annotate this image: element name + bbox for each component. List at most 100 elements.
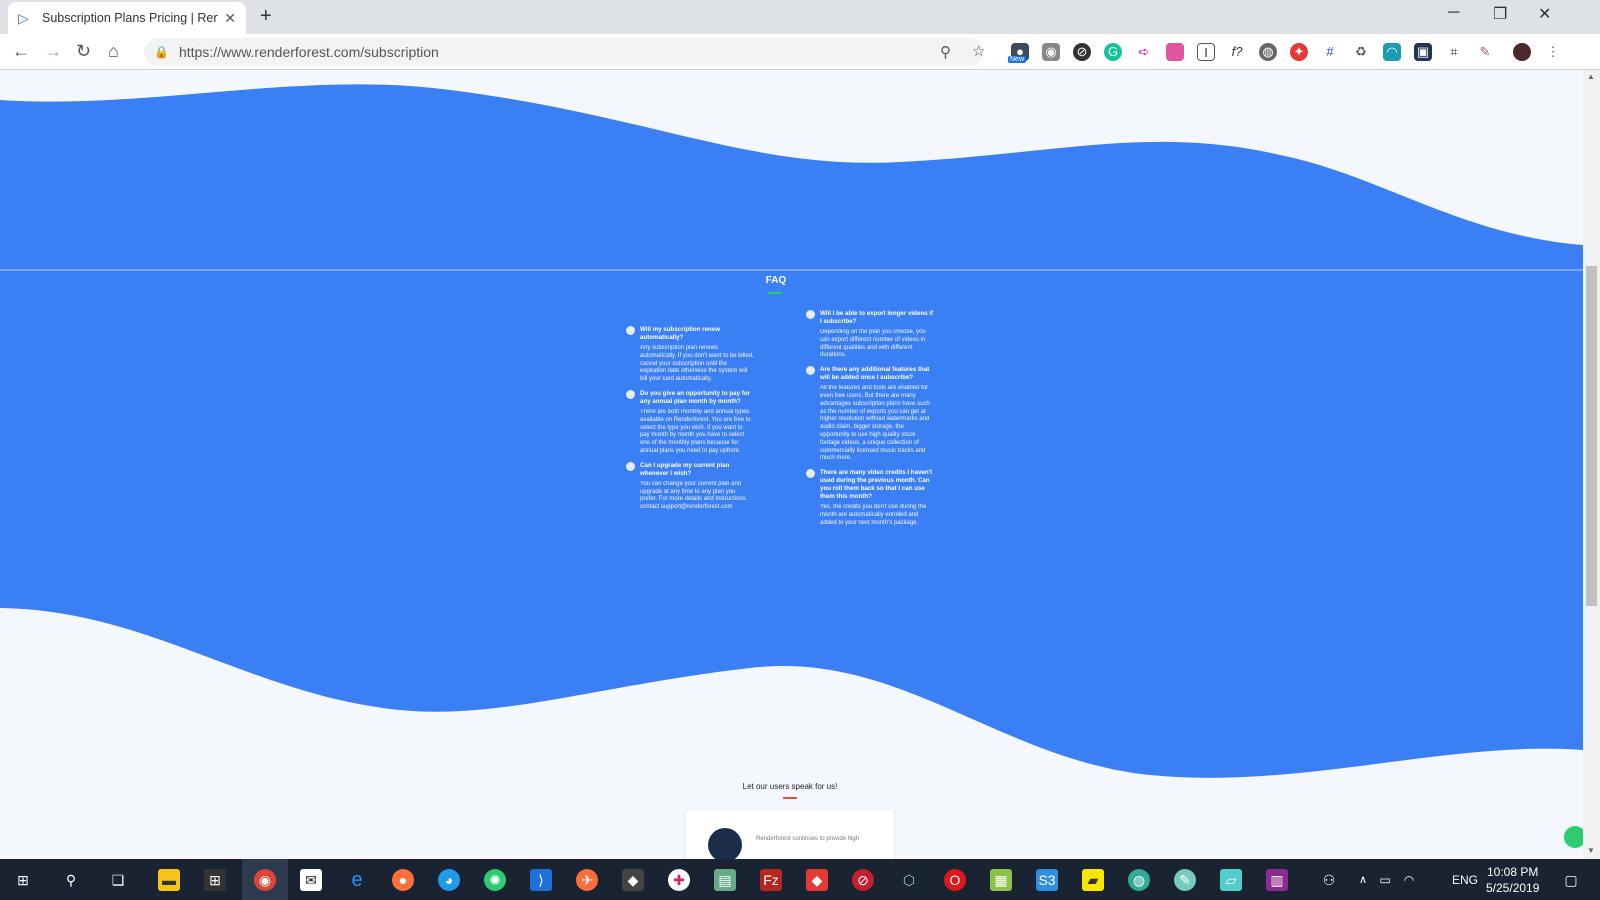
chrome-icon[interactable]: ◉: [254, 869, 276, 891]
new-tab-icon[interactable]: +: [260, 5, 272, 28]
faq-item[interactable]: Are there any additional features that w…: [806, 366, 934, 463]
app-icon-cube[interactable]: ⬡: [898, 869, 920, 891]
blue-wave-background: [0, 84, 1583, 778]
tab-close-icon[interactable]: ✕: [224, 10, 236, 27]
store-icon[interactable]: ⊞: [204, 869, 226, 891]
faq-item[interactable]: Will my subscription renew automatically…: [626, 326, 754, 384]
faq-item[interactable]: Can I upgrade my current plan whenever I…: [626, 461, 754, 512]
app-icon-red-arrow[interactable]: ◆: [806, 869, 828, 891]
grammarly-icon[interactable]: G: [1104, 43, 1122, 61]
chat-widget-button[interactable]: [1564, 826, 1583, 848]
users-title-underline: [783, 797, 797, 799]
postman-icon[interactable]: ✈: [576, 869, 598, 891]
tab-title: Subscription Plans Pricing | Rend: [42, 11, 219, 25]
scrollbar-thumb[interactable]: [1586, 266, 1597, 606]
app-icon-bag[interactable]: ▤: [714, 869, 736, 891]
faq-toggle-icon[interactable]: [626, 389, 635, 399]
input-language[interactable]: ENG: [1452, 873, 1478, 887]
app-icon-globe[interactable]: ◍: [1128, 869, 1150, 891]
app-icon-paint[interactable]: ✎: [1174, 869, 1196, 891]
faq-answer: All the features and tools are enabled f…: [820, 385, 930, 462]
bookmark-star-icon[interactable]: ☆: [972, 42, 985, 60]
faq-question[interactable]: Will my subscription renew automatically…: [640, 326, 754, 342]
edge-icon[interactable]: e: [346, 869, 368, 891]
s3-browser-icon[interactable]: S3: [1036, 869, 1058, 891]
scroll-down-icon[interactable]: ▼: [1587, 846, 1595, 855]
forward-icon[interactable]: →: [44, 41, 62, 62]
reload-icon[interactable]: ↻: [76, 41, 91, 62]
faq-toggle-icon[interactable]: [806, 310, 815, 319]
slack-icon[interactable]: ✚: [668, 869, 690, 891]
notification-icon[interactable]: ▢: [1560, 869, 1582, 891]
menu-dots-icon[interactable]: ⋮: [1544, 43, 1562, 61]
testimonial-avatar: [708, 828, 742, 859]
faq-item[interactable]: There are many video credits I haven't u…: [806, 469, 934, 527]
git-icon[interactable]: ◆: [622, 869, 644, 891]
faq-toggle-icon[interactable]: [626, 326, 635, 335]
address-bar[interactable]: 🔒 https://www.renderforest.com/subscript…: [144, 38, 984, 66]
extension-compass-icon[interactable]: ✦: [1290, 43, 1308, 61]
renderforest-favicon-icon: ▷: [18, 10, 29, 26]
back-icon[interactable]: ←: [12, 41, 30, 62]
app-icon-notes[interactable]: ▦: [990, 869, 1012, 891]
winrar-icon[interactable]: ▥: [1266, 869, 1288, 891]
faq-toggle-icon[interactable]: [806, 366, 815, 376]
extension-new-badge: New: [1008, 56, 1027, 63]
opera-icon[interactable]: O: [944, 869, 966, 891]
faq-item[interactable]: Will I be able to export longer videos i…: [806, 310, 934, 360]
extension-arrow-icon[interactable]: ➪: [1135, 43, 1153, 61]
mail-icon[interactable]: ✉: [300, 869, 322, 891]
people-icon[interactable]: ⚇: [1318, 869, 1340, 891]
extension-grid-icon[interactable]: #: [1321, 43, 1339, 61]
file-explorer-icon[interactable]: ▬: [158, 869, 180, 891]
faq-question[interactable]: Can I upgrade my current plan whenever I…: [640, 462, 754, 478]
camera-extension-icon[interactable]: ◉: [1042, 43, 1060, 61]
tray-clock[interactable]: 10:08 PM 5/25/2019: [1486, 864, 1539, 896]
filezilla-icon[interactable]: Fz: [760, 869, 782, 891]
restore-icon[interactable]: ❐: [1493, 4, 1507, 24]
sticky-notes-icon[interactable]: ▰: [1082, 869, 1104, 891]
extension-square-icon[interactable]: [1166, 43, 1184, 61]
extension-formula-icon[interactable]: f?: [1228, 43, 1246, 61]
browser-tab[interactable]: ▷ Subscription Plans Pricing | Rend ✕: [8, 2, 246, 34]
faq-question[interactable]: Are there any additional features that w…: [820, 366, 934, 382]
extension-wave-icon[interactable]: ◠: [1383, 43, 1401, 61]
app-icon-atom[interactable]: ✺: [484, 869, 506, 891]
faq-item[interactable]: Do you give an opportunity to pay for an…: [626, 389, 754, 456]
tray-chevron-icon[interactable]: ∧: [1352, 869, 1374, 891]
clock-time: 10:08 PM: [1487, 865, 1539, 879]
faq-toggle-icon[interactable]: [806, 469, 815, 479]
battery-icon[interactable]: ▭: [1374, 869, 1396, 891]
page-scrollbar[interactable]: ▲ ▼: [1583, 70, 1600, 859]
close-window-icon[interactable]: ✕: [1538, 4, 1551, 24]
vscode-icon[interactable]: ⟩: [530, 869, 552, 891]
faq-title: FAQ: [765, 275, 787, 286]
extension-screen-icon[interactable]: ▣: [1414, 43, 1432, 61]
extension-text-icon[interactable]: I: [1197, 43, 1215, 61]
windows-start-icon[interactable]: ⊞: [12, 869, 34, 891]
clock-date: 5/25/2019: [1486, 881, 1540, 895]
firefox-icon[interactable]: ●: [392, 869, 414, 891]
browser-tab-bar: ▷ Subscription Plans Pricing | Rend ✕ + …: [0, 0, 1600, 34]
app-icon-bird[interactable]: ◕: [438, 869, 460, 891]
scroll-up-icon[interactable]: ▲: [1587, 72, 1595, 81]
faq-answer: Any subscription plan renews automatical…: [640, 345, 754, 383]
minimize-icon[interactable]: ─: [1448, 4, 1459, 22]
faq-toggle-icon[interactable]: [626, 461, 635, 471]
extension-globe-icon[interactable]: ◍: [1259, 43, 1277, 61]
extension-recycle-icon[interactable]: ♻: [1352, 43, 1370, 61]
extension-crop-icon[interactable]: ⌗: [1445, 43, 1463, 61]
faq-question[interactable]: Will I be able to export longer videos i…: [820, 310, 934, 326]
zoom-icon[interactable]: ⚲: [940, 43, 951, 61]
home-icon[interactable]: ⌂: [108, 41, 119, 62]
wifi-icon[interactable]: ◠: [1398, 869, 1420, 891]
profile-avatar[interactable]: [1513, 43, 1531, 61]
extension-icon-3[interactable]: ⊘: [1073, 43, 1091, 61]
extension-pen-icon[interactable]: ✎: [1476, 43, 1494, 61]
task-view-icon[interactable]: ❏: [107, 869, 129, 891]
search-icon[interactable]: ⚲: [60, 869, 82, 891]
app-icon-book[interactable]: ▱: [1220, 869, 1242, 891]
faq-question[interactable]: There are many video credits I haven't u…: [820, 469, 934, 501]
faq-question[interactable]: Do you give an opportunity to pay for an…: [640, 390, 754, 406]
app-icon-red-circle[interactable]: ⊘: [852, 869, 874, 891]
